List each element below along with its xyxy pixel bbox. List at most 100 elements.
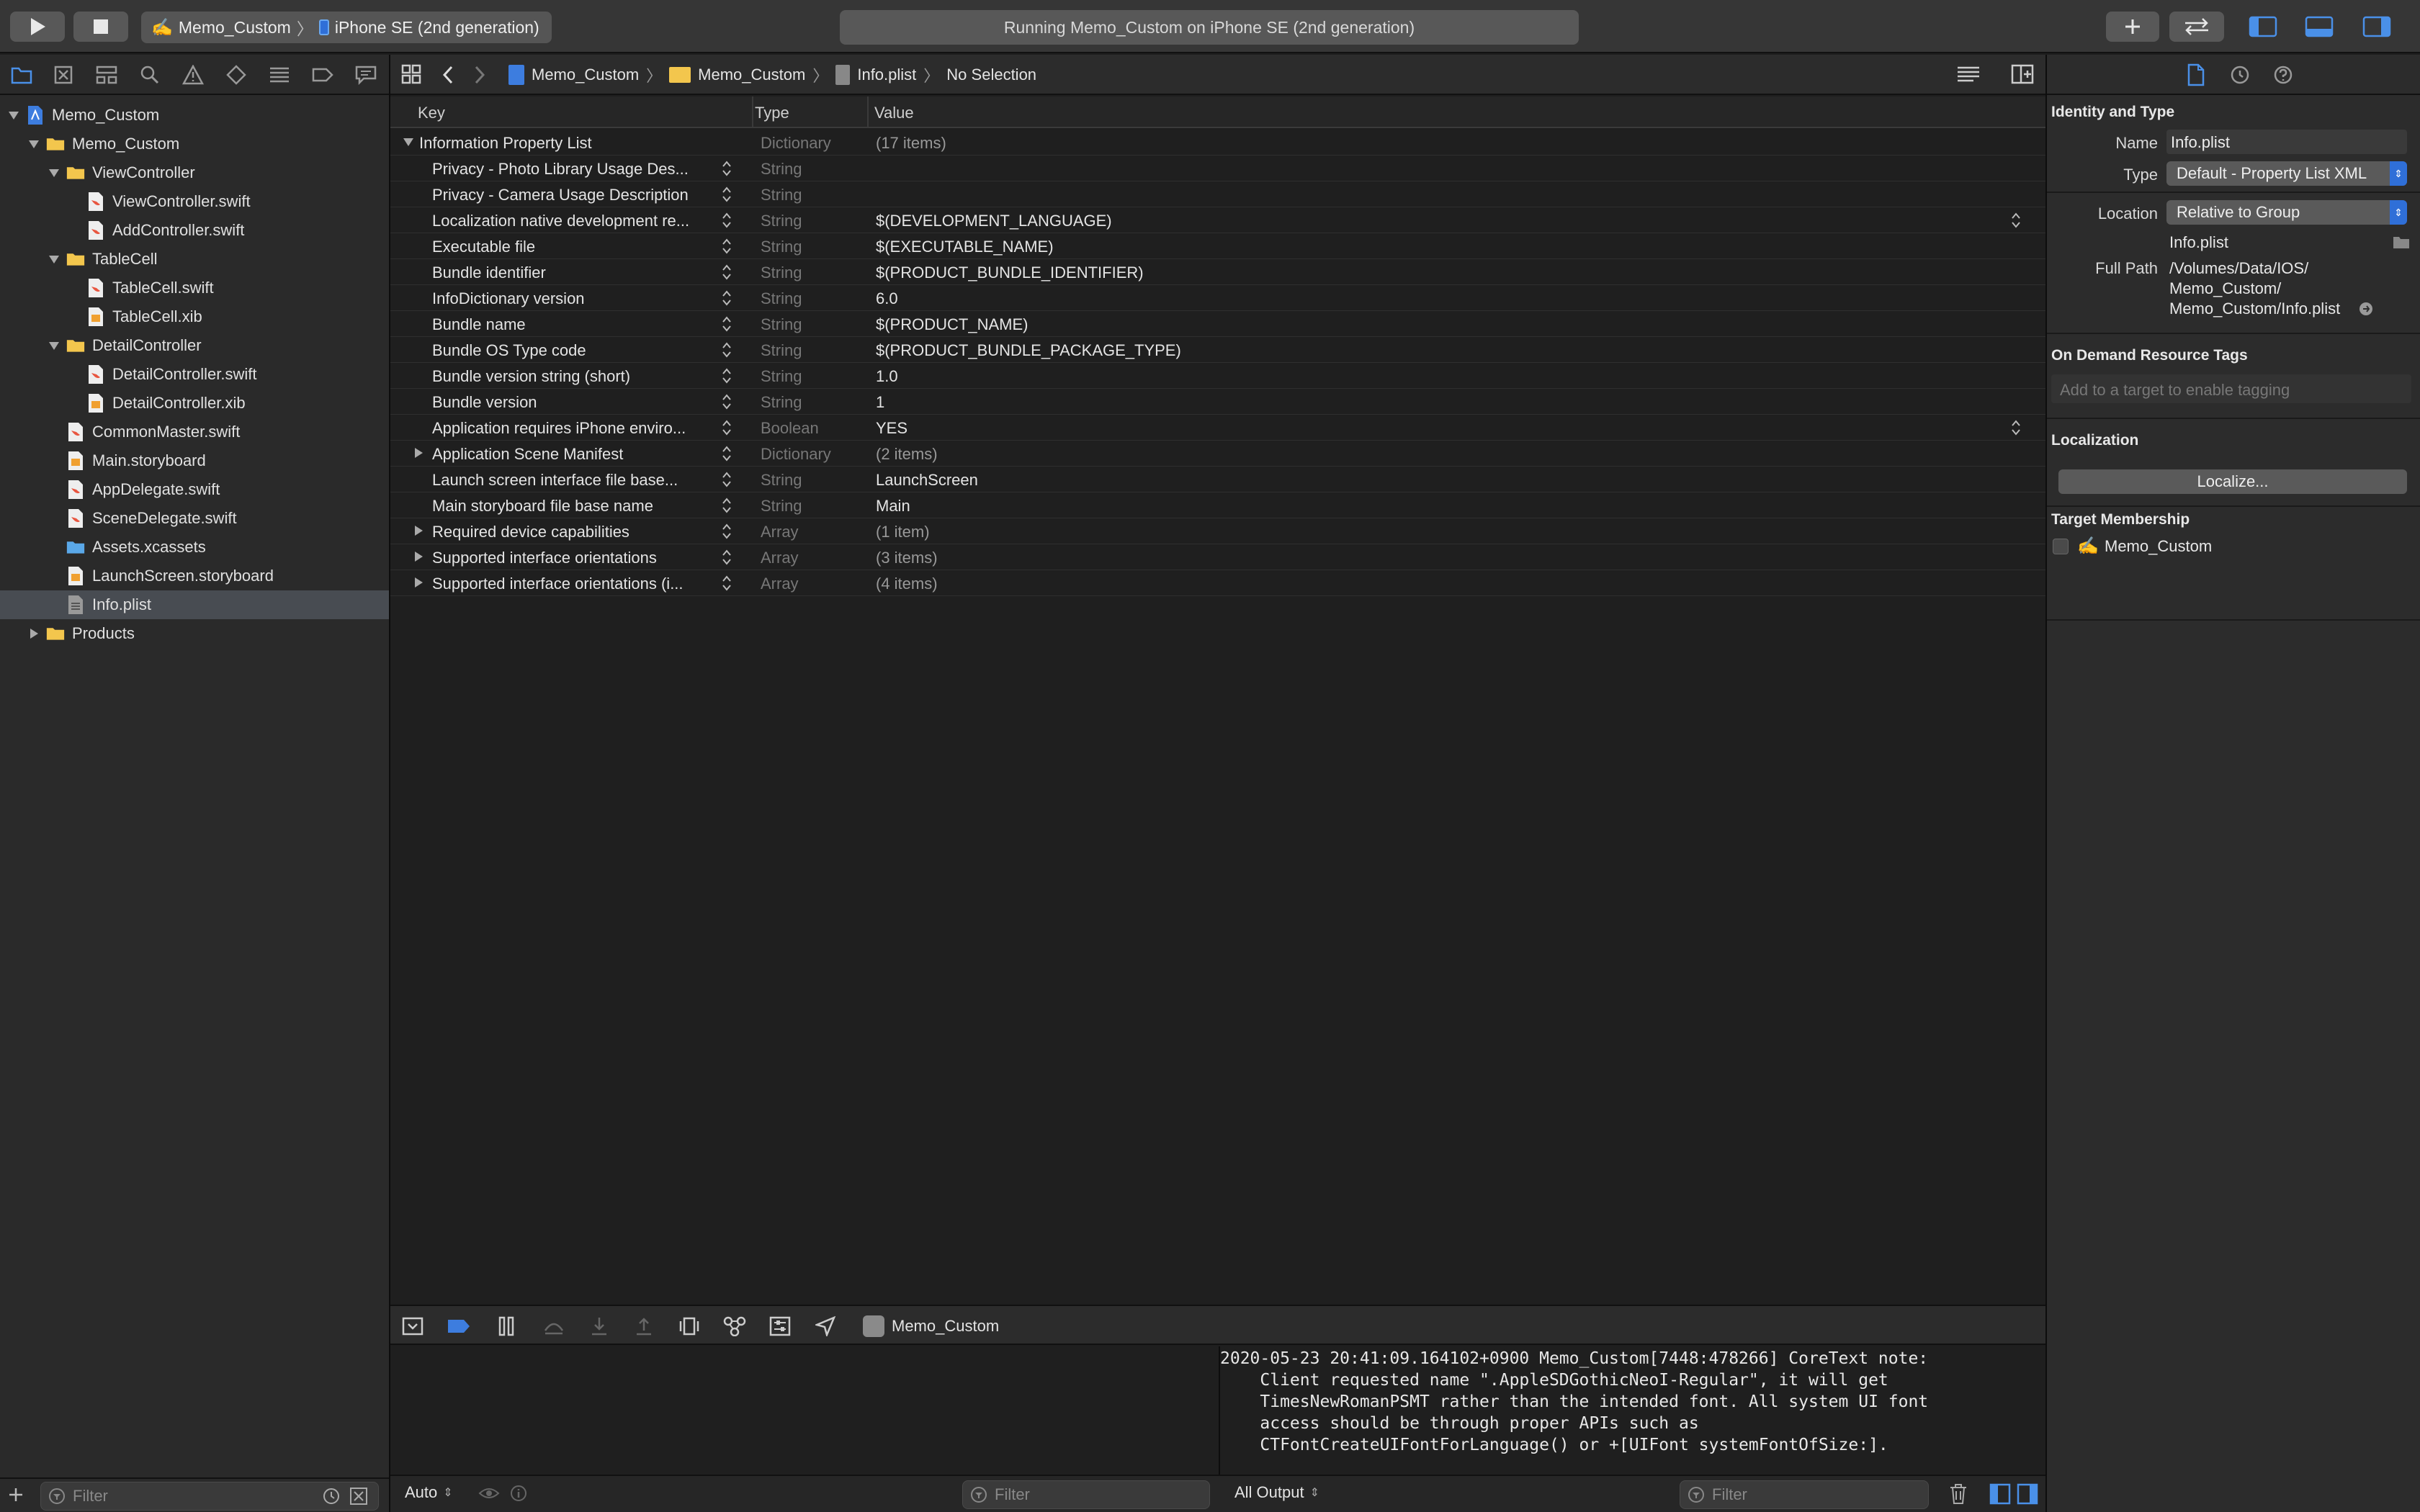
plist-value[interactable]: (1 item) (876, 523, 930, 541)
report-navigator-tab[interactable] (353, 62, 379, 88)
key-stepper-icon[interactable] (722, 314, 732, 334)
plist-row[interactable]: Executable file String $(EXECUTABLE_NAME) (390, 233, 2045, 259)
disclosure-open-icon[interactable] (48, 166, 60, 179)
recent-files-icon[interactable] (322, 1487, 341, 1506)
debug-view-hierarchy-button[interactable] (678, 1316, 700, 1336)
key-stepper-icon[interactable] (722, 392, 732, 412)
pause-button[interactable] (497, 1316, 516, 1336)
navigator-item[interactable]: AppDelegate.swift (0, 475, 389, 504)
plist-row[interactable]: Application Scene Manifest Dictionary (2 i… (390, 441, 2045, 467)
disclosure-closed-icon[interactable] (412, 576, 425, 589)
clear-console-button[interactable] (1949, 1483, 1968, 1505)
plist-row[interactable]: Privacy - Photo Library Usage Des... Stri… (390, 156, 2045, 181)
environment-overrides-button[interactable] (769, 1316, 791, 1336)
library-button[interactable] (2106, 12, 2159, 42)
process-selector[interactable]: Memo_Custom (863, 1315, 999, 1338)
plist-row[interactable]: Privacy - Camera Usage Description String (390, 181, 2045, 207)
plist-key[interactable]: Privacy - Camera Usage Description (432, 186, 720, 204)
navigator-filter-field[interactable]: Filter (40, 1482, 379, 1511)
symbol-navigator-tab[interactable] (94, 62, 120, 88)
disclosure-open-icon[interactable] (48, 253, 60, 266)
key-stepper-icon[interactable] (722, 418, 732, 438)
disclosure-closed-icon[interactable] (412, 524, 425, 537)
related-items-button[interactable] (400, 63, 422, 85)
plist-type[interactable]: Array (761, 549, 799, 567)
plist-value[interactable]: LaunchScreen (876, 471, 978, 490)
key-stepper-icon[interactable] (722, 288, 732, 308)
plist-type[interactable]: String (761, 238, 802, 256)
plist-key[interactable]: Bundle version string (short) (432, 367, 720, 386)
key-stepper-icon[interactable] (722, 573, 732, 593)
plist-value[interactable]: $(DEVELOPMENT_LANGUAGE) (876, 212, 1112, 230)
plist-type[interactable]: String (761, 341, 802, 360)
key-stepper-icon[interactable] (722, 469, 732, 490)
plist-value[interactable]: Main (876, 497, 910, 516)
plist-type[interactable]: String (761, 264, 802, 282)
simulate-location-button[interactable] (815, 1316, 835, 1336)
plist-type[interactable]: String (761, 497, 802, 516)
navigator-item[interactable]: DetailController.xib (0, 389, 389, 418)
plist-value[interactable]: 6.0 (876, 289, 898, 308)
show-variables-view-button[interactable] (1989, 1483, 2011, 1505)
plist-row[interactable]: Launch screen interface file base... Stri… (390, 467, 2045, 492)
hide-debug-area-button[interactable] (402, 1316, 424, 1336)
breadcrumb-group[interactable]: Memo_Custom (698, 66, 805, 84)
plist-row[interactable]: Supported interface orientations (i... Ar… (390, 570, 2045, 596)
plist-type[interactable]: String (761, 289, 802, 308)
variables-scope-popup[interactable]: Auto ⇕ (405, 1483, 453, 1502)
debug-memory-graph-button[interactable] (723, 1316, 746, 1336)
breadcrumb-selection[interactable]: No Selection (946, 66, 1036, 84)
scheme-selector[interactable]: ✍ Memo_Custom 〉 iPhone SE (2nd generatio… (141, 12, 552, 43)
navigator-item[interactable]: DetailController.swift (0, 360, 389, 389)
plist-row[interactable]: Bundle version string (short) String 1.0 (390, 363, 2045, 389)
step-out-button[interactable] (634, 1316, 654, 1336)
localize-button[interactable]: Localize... (2058, 469, 2407, 494)
disclosure-closed-icon[interactable] (27, 627, 40, 640)
navigator-item[interactable]: Memo_Custom (0, 101, 389, 130)
navigator-item[interactable]: TableCell.xib (0, 302, 389, 331)
odr-tags-field[interactable]: Add to a target to enable tagging (2051, 374, 2411, 403)
plist-value[interactable]: $(PRODUCT_BUNDLE_IDENTIFIER) (876, 264, 1144, 282)
breakpoint-navigator-tab[interactable] (310, 62, 336, 88)
plist-key[interactable]: Main storyboard file base name (432, 497, 720, 516)
key-stepper-icon[interactable] (722, 444, 732, 464)
stop-button[interactable] (73, 12, 128, 42)
add-editor-button[interactable] (2011, 63, 2034, 85)
issue-navigator-tab[interactable] (180, 62, 206, 88)
disclosure-open-icon[interactable] (48, 339, 60, 352)
variables-filter-field[interactable]: Filter (962, 1480, 1210, 1509)
quick-look-button[interactable] (478, 1485, 500, 1502)
plist-type[interactable]: Array (761, 523, 799, 541)
plist-key[interactable]: Bundle name (432, 315, 720, 334)
disclosure-open-icon[interactable] (7, 109, 20, 122)
plist-root-row[interactable]: Information Property List Dictionary (17… (390, 130, 2045, 156)
key-stepper-icon[interactable] (722, 262, 732, 282)
key-stepper-icon[interactable] (722, 210, 732, 230)
editor-options-button[interactable] (1956, 65, 1981, 85)
key-stepper-icon[interactable] (722, 184, 732, 204)
plist-key[interactable]: Localization native development re... (432, 212, 720, 230)
value-popup-icon[interactable] (2011, 210, 2021, 230)
plist-row[interactable]: Bundle identifier String $(PRODUCT_BUNDLE_… (390, 259, 2045, 285)
navigator-item[interactable]: TableCell (0, 245, 389, 274)
choose-file-button[interactable] (2393, 235, 2410, 249)
step-over-button[interactable] (543, 1316, 565, 1336)
key-column-header[interactable]: Key (418, 104, 445, 122)
plist-type[interactable]: String (761, 160, 802, 179)
show-console-button[interactable] (2017, 1483, 2038, 1505)
console-output[interactable]: 2020-05-23 20:41:09.164102+0900 Memo_Cus… (1220, 1346, 2045, 1475)
toggle-inspector-button[interactable] (2362, 14, 2391, 39)
plist-key[interactable]: Application Scene Manifest (432, 445, 720, 464)
plist-row[interactable]: Bundle OS Type code String $(PRODUCT_BUNDL… (390, 337, 2045, 363)
run-button[interactable] (10, 12, 65, 42)
plist-key[interactable]: Supported interface orientations (i... (432, 575, 720, 593)
plist-key[interactable]: Bundle version (432, 393, 720, 412)
file-type-popup[interactable]: Default - Property List XML ⇕ (2166, 161, 2407, 186)
disclosure-open-icon[interactable] (402, 135, 415, 148)
value-popup-icon[interactable] (2011, 418, 2021, 438)
plist-value[interactable]: YES (876, 419, 908, 438)
console-filter-field[interactable]: Filter (1680, 1480, 1929, 1509)
key-stepper-icon[interactable] (722, 547, 732, 567)
plist-key[interactable]: Launch screen interface file base... (432, 471, 720, 490)
toggle-breakpoints-button[interactable] (447, 1318, 471, 1335)
